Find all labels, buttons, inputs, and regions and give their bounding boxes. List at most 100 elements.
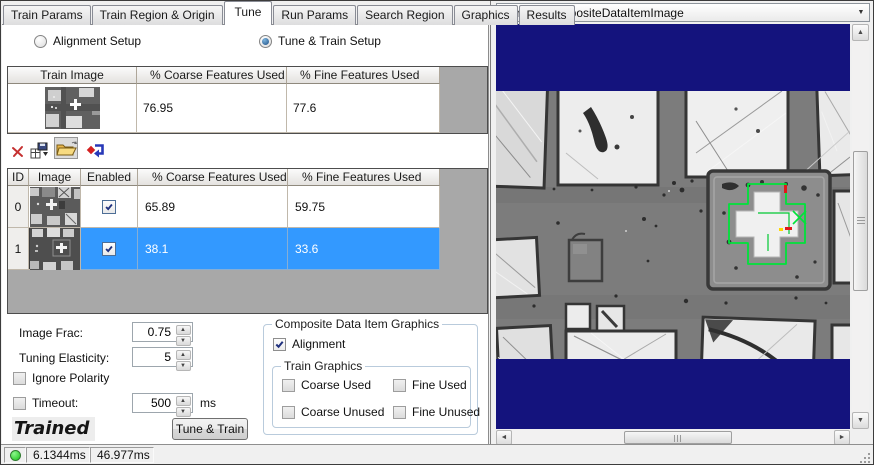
fine-unused-label: Fine Unused [412, 405, 481, 419]
resize-grip[interactable] [868, 461, 870, 463]
alignment-setup-label: Alignment Setup [53, 34, 142, 48]
horizontal-scrollbar-thumb[interactable] [624, 431, 732, 444]
vision-tool-window: Train Params Train Region & Origin Tune … [0, 0, 874, 465]
row-id: 1 [8, 228, 29, 270]
timeout-checkbox[interactable] [13, 397, 26, 410]
image-row-1-selected[interactable]: 1 38.1 33.6 [8, 227, 487, 270]
tab-train-region-origin[interactable]: Train Region & Origin [91, 5, 223, 25]
column-header-enabled[interactable]: Enabled [81, 169, 138, 186]
coarse-used-label: Coarse Used [301, 378, 372, 392]
chevron-down-icon[interactable]: ▼ [853, 4, 869, 21]
delete-icon[interactable] [6, 140, 30, 162]
spin-down-icon[interactable]: ▼ [175, 360, 191, 371]
column-header-coarse[interactable]: % Coarse Features Used [138, 169, 288, 186]
train-graphics-group-title: Train Graphics [281, 359, 366, 373]
horizontal-scrollbar[interactable]: ◄ ► [496, 430, 850, 445]
alignment-setup-radio[interactable] [34, 35, 47, 48]
spin-down-icon[interactable]: ▼ [175, 335, 191, 346]
check-icon [275, 341, 284, 349]
fine-features-value: 59.75 [288, 186, 440, 228]
row-id: 0 [8, 186, 29, 228]
check-icon [105, 203, 113, 210]
status-time2-cell: 46.977ms [90, 447, 154, 463]
scroll-up-icon[interactable]: ▲ [852, 24, 869, 41]
spin-buttons: ▲ ▼ [175, 349, 191, 371]
image-viewport[interactable] [496, 24, 850, 429]
column-header-fine[interactable]: % Fine Features Used [288, 169, 440, 186]
image-row-0[interactable]: 0 65.89 59.75 [8, 186, 487, 228]
image-display-panel: Current.CompositeDataItemImage ▼ ▲ ▼ ◄ ► [490, 1, 873, 445]
column-header-id[interactable]: ID [8, 169, 29, 186]
tuning-elasticity-spinner[interactable]: 5 ▲ ▼ [132, 347, 193, 371]
tab-strip: Train Params Train Region & Origin Tune … [3, 1, 576, 25]
train-result-table: Train Image % Coarse Features Used % Fin… [7, 66, 488, 134]
status-time2: 46.977ms [97, 448, 150, 462]
vertical-scrollbar[interactable]: ▲ ▼ [852, 24, 869, 429]
tuning-image-thumbnail-1 [29, 227, 80, 270]
thumb-grip [674, 435, 675, 442]
image-frac-label: Image Frac: [19, 326, 84, 340]
enabled-checkbox[interactable] [102, 241, 116, 256]
tab-run-params[interactable]: Run Params [273, 5, 357, 25]
fine-used-label: Fine Used [412, 378, 467, 392]
coarse-features-value: 76.95 [137, 84, 287, 133]
image-frac-spinner[interactable]: 0.75 ▲ ▼ [132, 322, 193, 346]
tab-tune[interactable]: Tune [223, 1, 273, 25]
tab-results[interactable]: Results [518, 5, 575, 25]
status-bar: 6.1344ms 46.977ms [1, 444, 873, 464]
composite-graphics-group-title: Composite Data Item Graphics [272, 317, 443, 331]
spin-up-icon[interactable]: ▲ [175, 349, 191, 360]
coarse-unused-label: Coarse Unused [301, 405, 385, 419]
timeout-spinner[interactable]: 500 ▲ ▼ [132, 393, 193, 417]
alignment-checkbox[interactable] [273, 338, 286, 351]
scroll-right-icon[interactable]: ► [834, 430, 850, 445]
open-folder-icon[interactable] [54, 137, 78, 159]
vertical-scrollbar-thumb[interactable] [853, 151, 868, 291]
train-graphics-group: Train Graphics Coarse Used Fine Used Coa… [272, 359, 480, 428]
column-header-fine[interactable]: % Fine Features Used [287, 67, 440, 84]
tune-tab-page: Alignment Setup Tune & Train Setup Train… [2, 24, 489, 444]
coarse-used-checkbox[interactable] [282, 379, 295, 392]
fine-features-value: 33.6 [288, 228, 440, 270]
check-icon [105, 245, 113, 252]
train-image-cell [8, 84, 137, 133]
scroll-down-icon[interactable]: ▼ [852, 412, 869, 429]
image-database-icon[interactable] [28, 139, 52, 161]
radio-dot [262, 38, 269, 45]
import-icon[interactable] [84, 139, 108, 161]
spin-up-icon[interactable]: ▲ [175, 324, 191, 335]
image-frac-value: 0.75 [147, 325, 171, 339]
status-time1: 6.1344ms [33, 448, 86, 462]
fine-unused-checkbox[interactable] [393, 406, 406, 419]
timeout-value: 500 [150, 396, 171, 410]
tab-train-params[interactable]: Train Params [3, 5, 91, 25]
fine-used-checkbox[interactable] [393, 379, 406, 392]
enabled-checkbox[interactable] [102, 199, 116, 214]
fine-features-value: 77.6 [287, 84, 440, 133]
tab-search-region[interactable]: Search Region [357, 5, 453, 25]
row-image-cell [29, 227, 81, 270]
train-table-header: Train Image % Coarse Features Used % Fin… [8, 67, 487, 84]
scroll-left-icon[interactable]: ◄ [496, 430, 512, 445]
spin-up-icon[interactable]: ▲ [175, 395, 191, 406]
alignment-checkbox-label: Alignment [292, 337, 346, 351]
tune-and-train-button[interactable]: Tune & Train [172, 418, 248, 440]
coarse-features-value: 65.89 [138, 186, 288, 228]
trained-status-label: Trained [12, 417, 96, 441]
tuning-image-thumbnail-0 [29, 186, 80, 227]
train-table-row[interactable]: 76.95 77.6 [8, 84, 487, 133]
timeout-label: Timeout: [32, 396, 79, 410]
composite-graphics-group: Composite Data Item Graphics Alignment T… [263, 317, 480, 435]
ignore-polarity-checkbox[interactable] [13, 372, 26, 385]
column-header-image[interactable]: Image [29, 169, 81, 186]
enabled-cell [81, 186, 138, 228]
coarse-unused-checkbox[interactable] [282, 406, 295, 419]
tab-graphics[interactable]: Graphics [453, 5, 518, 25]
column-header-coarse[interactable]: % Coarse Features Used [137, 67, 287, 84]
tune-train-setup-radio[interactable] [259, 35, 272, 48]
spin-buttons: ▲ ▼ [175, 324, 191, 346]
spin-down-icon[interactable]: ▼ [175, 406, 191, 417]
column-header-train-image[interactable]: Train Image [8, 67, 137, 84]
ignore-polarity-label: Ignore Polarity [32, 371, 110, 385]
status-indicator-cell [4, 447, 26, 463]
